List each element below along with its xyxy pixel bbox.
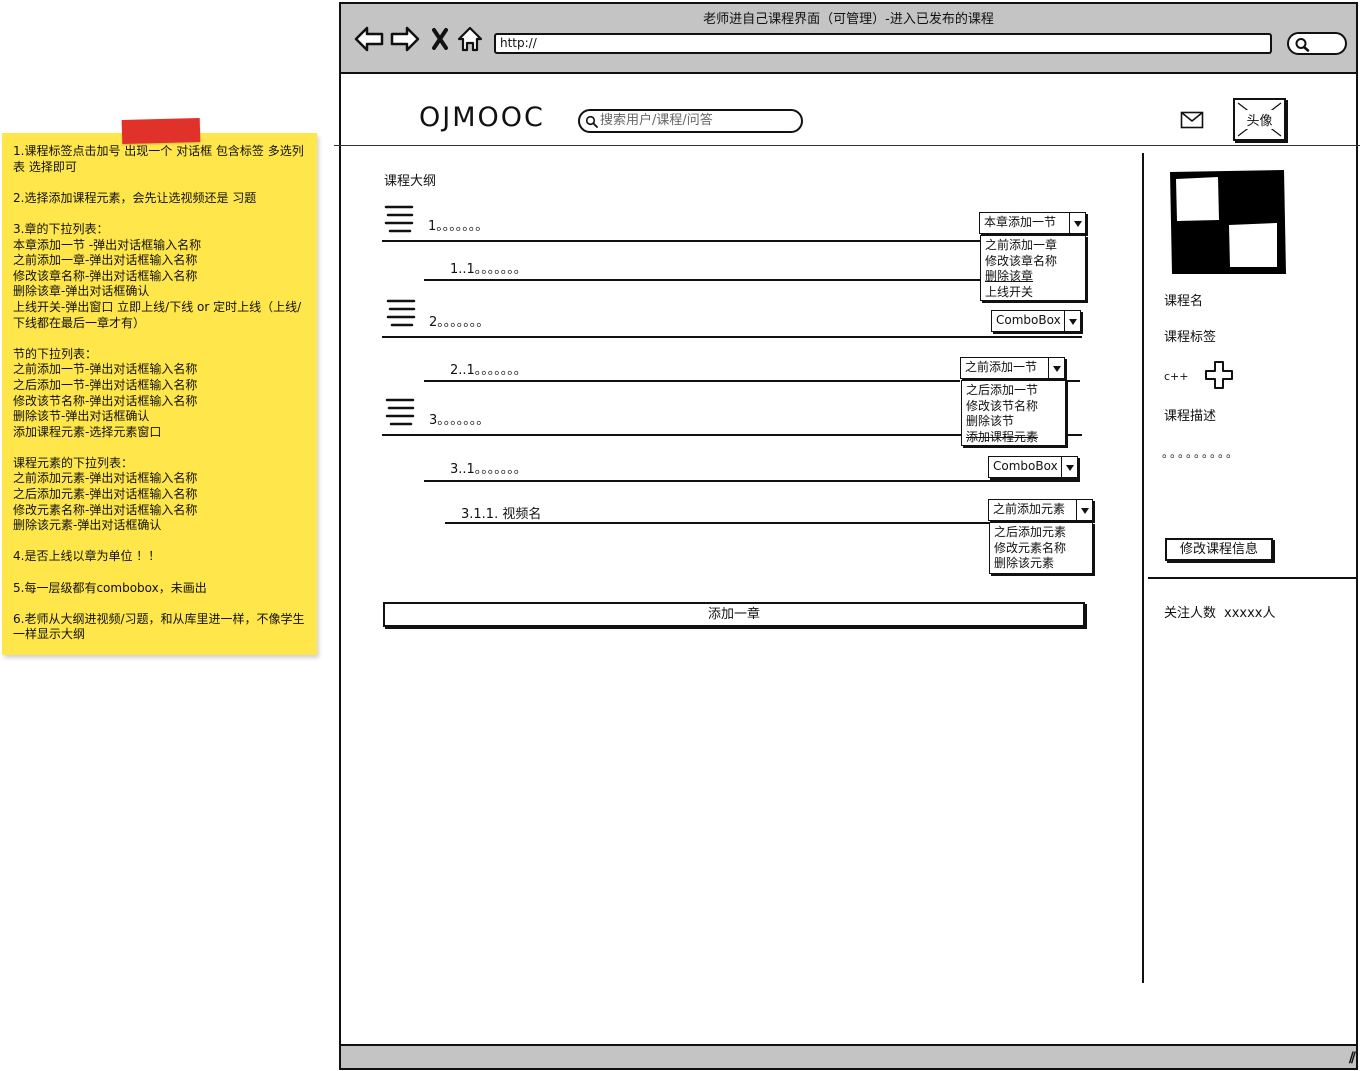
site-search-input[interactable]: 搜索用户/课程/问答: [578, 109, 803, 133]
note-paragraph-5: 课程元素的下拉列表： 之前添加元素-弹出对话框输入名称 之后添加元素-弹出对话框…: [13, 455, 198, 533]
add-chapter-button[interactable]: 添加一章: [383, 602, 1085, 627]
drag-handle-icon[interactable]: [386, 298, 416, 328]
course-tag: c++: [1164, 370, 1189, 383]
browser-toolbar: 老师进自己课程界面（可管理）-进入已发布的课程 http://: [341, 4, 1356, 74]
search-icon: [1295, 38, 1310, 52]
search-icon: [585, 115, 598, 128]
menu-item[interactable]: 添加课程元素: [966, 430, 1065, 446]
row-divider: [1066, 380, 1080, 382]
url-bar[interactable]: http://: [494, 33, 1272, 54]
section-combobox[interactable]: ComboBox: [988, 456, 1078, 478]
followers-label: 关注人数: [1164, 606, 1217, 621]
course-description-text: 。。。。。。。。。: [1162, 446, 1241, 460]
course-name: 课程名: [1164, 294, 1204, 309]
chevron-down-icon[interactable]: [1064, 311, 1080, 331]
sticky-note: 1.课程标签点击加号 出现一个 对话框 包含标签 多选列表 选择即可 2.选择添…: [2, 117, 317, 655]
element-title[interactable]: 3.1.1. 视频名: [461, 503, 541, 522]
chapter-title[interactable]: 3。。。。。。。: [429, 409, 489, 428]
menu-item[interactable]: 删除该元素: [994, 556, 1092, 572]
tape: [121, 117, 201, 145]
menu-item[interactable]: 之后添加元素: [994, 525, 1092, 541]
close-icon[interactable]: [424, 24, 456, 54]
header-divider: [334, 145, 1360, 146]
menu-item[interactable]: 之后添加一节: [966, 383, 1065, 399]
chapter-title[interactable]: 1。。。。。。。: [428, 215, 488, 234]
chevron-down-icon[interactable]: [1069, 213, 1085, 233]
section-title[interactable]: 1..1。。。。。。。: [450, 258, 527, 277]
element-action-dropdown: 之后添加元素 修改元素名称 删除该元素: [989, 522, 1093, 574]
course-description-label: 课程描述: [1164, 409, 1217, 424]
drag-handle-icon[interactable]: [384, 204, 414, 234]
chapter-title[interactable]: 2。。。。。。。: [429, 311, 489, 330]
window-title: 老师进自己课程界面（可管理）-进入已发布的课程: [703, 12, 994, 27]
row-divider: [424, 380, 960, 382]
row-divider: [424, 480, 1080, 482]
combobox-value: 本章添加一节: [984, 215, 1057, 229]
sidebar-divider: [1142, 153, 1144, 983]
row-divider: [1066, 434, 1082, 436]
note-paragraph-7: 5.每一层级都有combobox，未画出: [13, 580, 207, 595]
status-bar: //: [341, 1044, 1356, 1068]
course-cover-image: [1170, 170, 1286, 274]
site-logo[interactable]: OJMOOC: [419, 102, 545, 133]
row-divider: [382, 240, 980, 242]
menu-item[interactable]: 修改元素名称: [994, 541, 1092, 557]
combobox-value: 之前添加一节: [965, 360, 1038, 374]
section-action-combobox[interactable]: 之前添加一节: [960, 357, 1065, 379]
note-paragraph-3: 3.章的下拉列表： 本章添加一节 -弹出对话框输入名称 之前添加一章-弹出对话框…: [13, 221, 302, 330]
chevron-down-icon[interactable]: [1076, 500, 1092, 520]
section-action-dropdown: 之后添加一节 修改该节名称 删除该节 添加课程元素: [961, 380, 1066, 446]
search-placeholder: 搜索用户/课程/问答: [600, 113, 713, 128]
menu-item[interactable]: 删除该章: [985, 269, 1085, 285]
section-title[interactable]: 3..1。。。。。。。: [450, 458, 527, 477]
note-paragraph-8: 6.老师从大纲进视频/习题，和从库里进一样，不像学生一样显示大纲: [13, 611, 305, 642]
forward-icon[interactable]: [389, 24, 421, 54]
row-divider: [382, 434, 962, 436]
menu-item[interactable]: 修改该节名称: [966, 399, 1065, 415]
combobox-value: ComboBox: [996, 313, 1061, 327]
mail-icon[interactable]: [1180, 111, 1204, 129]
back-icon[interactable]: [353, 24, 385, 54]
drag-handle-icon[interactable]: [385, 397, 415, 427]
home-icon[interactable]: [454, 24, 486, 54]
sidebar-divider-line: [1148, 577, 1358, 579]
note-paragraph-1: 1.课程标签点击加号 出现一个 对话框 包含标签 多选列表 选择即可: [13, 144, 304, 174]
chevron-down-icon[interactable]: [1048, 358, 1064, 378]
browser-search-field[interactable]: [1287, 32, 1347, 55]
avatar-label: 头像: [1245, 110, 1274, 129]
avatar[interactable]: 头像: [1233, 98, 1286, 141]
menu-item[interactable]: 上线开关: [985, 285, 1085, 301]
combobox-value: ComboBox: [993, 459, 1058, 473]
note-paragraph-6: 4.是否上线以章为单位 ！！: [13, 549, 161, 564]
chapter-action-dropdown: 之前添加一章 修改该章名称 删除该章 上线开关: [980, 235, 1086, 301]
section-title[interactable]: 2..1。。。。。。。: [450, 359, 527, 378]
resize-grip-icon[interactable]: //: [1349, 1050, 1356, 1066]
browser-window: 老师进自己课程界面（可管理）-进入已发布的课程 http:// //: [339, 2, 1358, 1070]
note-paragraph-2: 2.选择添加课程元素，会先让选视频还是 习题: [13, 190, 257, 205]
note-paragraph-4: 节的下拉列表： 之前添加一节-弹出对话框输入名称 之后添加一节-弹出对话框输入名…: [13, 346, 198, 439]
course-tags-label: 课程标签: [1164, 330, 1217, 345]
followers-count: xxxxx人: [1224, 606, 1276, 621]
row-divider: [445, 522, 989, 524]
row-divider: [424, 279, 980, 281]
chapter-combobox[interactable]: ComboBox: [991, 310, 1081, 332]
menu-item[interactable]: 之前添加一章: [985, 238, 1085, 254]
menu-item[interactable]: 修改该章名称: [985, 254, 1085, 270]
row-divider: [382, 336, 1082, 338]
chevron-down-icon[interactable]: [1061, 457, 1077, 477]
element-action-combobox[interactable]: 之前添加元素: [988, 499, 1093, 521]
menu-item[interactable]: 删除该节: [966, 414, 1065, 430]
edit-course-info-button[interactable]: 修改课程信息: [1165, 538, 1273, 561]
chapter-action-combobox[interactable]: 本章添加一节: [979, 212, 1086, 234]
outline-title: 课程大纲: [384, 174, 437, 189]
combobox-value: 之前添加元素: [993, 502, 1066, 516]
add-tag-plus-icon[interactable]: [1204, 360, 1234, 390]
